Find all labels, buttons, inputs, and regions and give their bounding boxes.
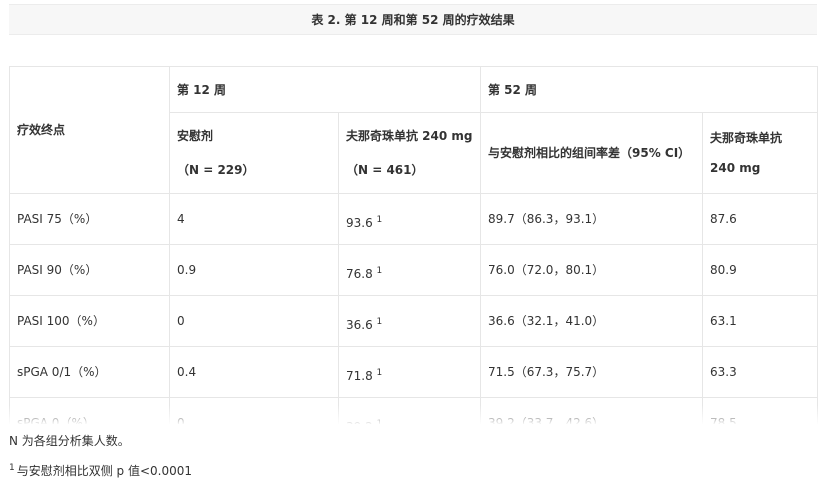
cell-endpoint: PASI 75（%） (9, 193, 170, 245)
cell-endpoint: PASI 90（%） (9, 244, 170, 296)
cell-diff: 71.5（67.3，75.7） (480, 346, 703, 398)
table-row: PASI 75（%） 4 93.6 1 89.7（86.3，93.1） 87.6 (9, 193, 818, 245)
cell-week52: 87.6 (702, 193, 818, 245)
table-body: PASI 75（%） 4 93.6 1 89.7（86.3，93.1） 87.6 PASI… (9, 193, 818, 424)
header-placebo-n: （N = 229） (177, 163, 255, 177)
cell-week52: 63.3 (702, 346, 818, 398)
header-drug: 夫那奇珠单抗 240 mg （N = 461） (338, 112, 481, 194)
table-row: PASI 90（%） 0.9 76.8 1 76.0（72.0，80.1） 80.9 (9, 244, 818, 296)
cell-drug: 93.6 1 (338, 193, 481, 245)
cell-week52: 80.9 (702, 244, 818, 296)
cell-placebo: 0.4 (169, 346, 339, 398)
header-week52: 第 52 周 (480, 66, 818, 113)
cell-placebo: 0.9 (169, 244, 339, 296)
header-endpoint: 疗效终点 (9, 66, 170, 194)
footnote-p-text: 与安慰剂相比双侧 p 值<0.0001 (16, 464, 193, 478)
header-diff: 与安慰剂相比的组间率差（95% CI） (480, 112, 703, 194)
cell-diff: 89.7（86.3，93.1） (480, 193, 703, 245)
footnote-ref: 1 (376, 266, 383, 276)
footnote-n: N 为各组分析集人数。 (9, 434, 130, 448)
cell-placebo: 4 (169, 193, 339, 245)
scroll-fade (9, 405, 818, 425)
footnote-p: 1 与安慰剂相比双侧 p 值<0.0001 (9, 462, 192, 479)
cell-drug: 71.8 1 (338, 346, 481, 398)
header-drug-n: （N = 461） (346, 163, 424, 177)
cell-diff: 76.0（72.0，80.1） (480, 244, 703, 296)
cell-week52: 63.1 (702, 295, 818, 347)
header-placebo-label: 安慰剂 (177, 129, 214, 143)
cell-drug-value: 76.8 (346, 267, 373, 281)
cell-drug-value: 71.8 (346, 369, 373, 383)
header-drug-week52: 夫那奇珠单抗 240 mg (702, 112, 818, 194)
efficacy-table-viewport[interactable]: 疗效终点 第 12 周 第 52 周 安慰剂 （N = 229） 夫那奇珠单抗 … (9, 66, 818, 424)
footnote-ref: 1 (376, 215, 383, 225)
cell-placebo: 0 (169, 295, 339, 347)
cell-drug-value: 93.6 (346, 216, 373, 230)
table-row: sPGA 0/1（%） 0.4 71.8 1 71.5（67.3，75.7） 63.3 (9, 346, 818, 398)
header-week12: 第 12 周 (169, 66, 481, 113)
cell-endpoint: sPGA 0/1（%） (9, 346, 170, 398)
footnote-ref: 1 (376, 317, 383, 327)
cell-drug-value: 36.6 (346, 318, 373, 332)
cell-drug: 76.8 1 (338, 244, 481, 296)
cell-diff: 36.6（32.1，41.0） (480, 295, 703, 347)
header-placebo: 安慰剂 （N = 229） (169, 112, 339, 194)
footnote-mark: 1 (9, 463, 15, 473)
footnote-ref: 1 (376, 368, 383, 378)
table-row: PASI 100（%） 0 36.6 1 36.6（32.1，41.0） 63.1 (9, 295, 818, 347)
header-drug-label: 夫那奇珠单抗 240 mg (346, 129, 473, 143)
table-caption: 表 2. 第 12 周和第 52 周的疗效结果 (9, 4, 817, 35)
cell-endpoint: PASI 100（%） (9, 295, 170, 347)
cell-drug: 36.6 1 (338, 295, 481, 347)
efficacy-table: 疗效终点 第 12 周 第 52 周 安慰剂 （N = 229） 夫那奇珠单抗 … (9, 66, 818, 424)
